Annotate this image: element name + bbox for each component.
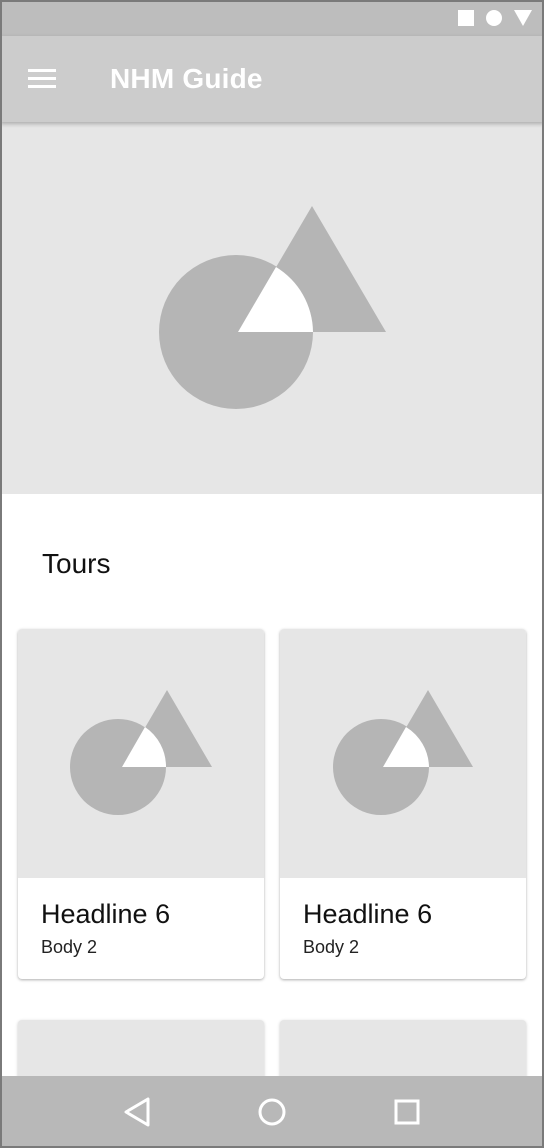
placeholder-image-icon [333, 690, 473, 815]
app-bar: NHM Guide [0, 36, 544, 122]
triangle-icon [514, 10, 532, 26]
tour-card[interactable]: Headline 6 Body 2 [18, 629, 264, 979]
app-title: NHM Guide [110, 63, 263, 94]
card-body: Body 2 [303, 937, 360, 957]
status-bar [0, 0, 544, 36]
card-body: Body 2 [41, 937, 98, 957]
circle-icon [486, 10, 502, 26]
placeholder-image-icon [70, 690, 212, 815]
hero-image [2, 122, 542, 494]
recents-square-icon[interactable] [385, 1090, 429, 1134]
system-nav-bar [0, 1076, 544, 1148]
status-icons [458, 10, 532, 26]
card-image [280, 629, 526, 878]
card-image [18, 629, 264, 878]
back-triangle-icon[interactable] [115, 1090, 159, 1134]
square-icon [458, 10, 474, 26]
section-title: Tours [42, 548, 111, 579]
hamburger-menu-icon[interactable] [22, 60, 62, 98]
card-headline: Headline 6 [303, 899, 433, 929]
card-headline: Headline 6 [41, 899, 171, 929]
home-circle-icon[interactable] [250, 1090, 294, 1134]
placeholder-image-icon [159, 206, 386, 409]
tour-card[interactable]: Headline 6 Body 2 [280, 629, 526, 979]
